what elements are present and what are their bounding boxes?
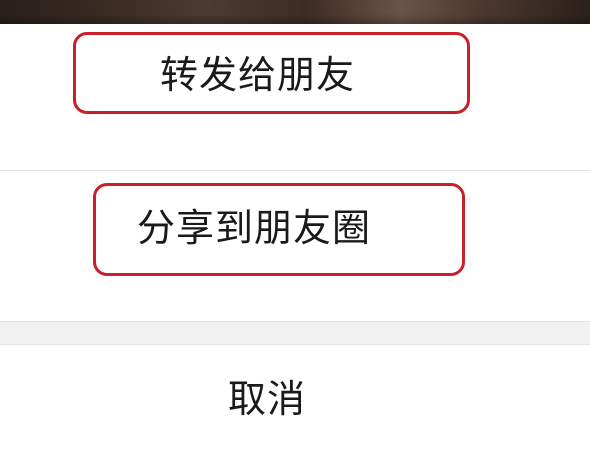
background-photo-strip	[0, 0, 590, 24]
cancel-separator	[0, 321, 590, 345]
cancel-label: 取消	[228, 377, 307, 421]
share-screen: 转发给朋友 分享到朋友圈 取消	[0, 0, 590, 473]
forward-to-friend-label: 转发给朋友	[160, 53, 356, 97]
forward-to-friend-button[interactable]	[0, 24, 590, 170]
share-to-moments-label: 分享到朋友圈	[137, 206, 372, 250]
